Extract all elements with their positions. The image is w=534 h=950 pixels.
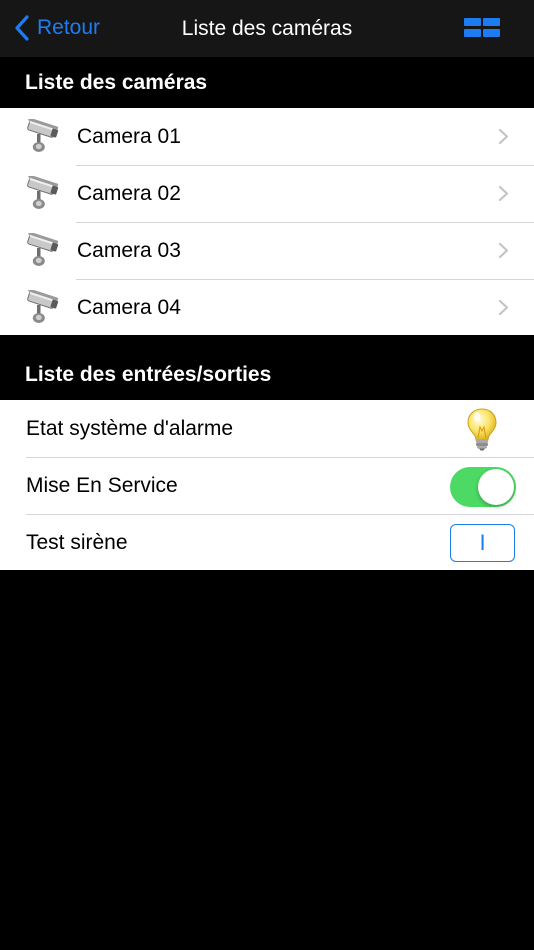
navigation-bar: Retour Liste des caméras bbox=[0, 0, 534, 57]
mise-en-service-toggle[interactable] bbox=[450, 467, 516, 507]
back-button-label: Retour bbox=[37, 16, 101, 39]
camera-row-04[interactable]: Camera 04 bbox=[0, 279, 534, 336]
chevron-right-icon bbox=[498, 299, 509, 316]
security-camera-icon bbox=[27, 233, 59, 266]
mise-en-service-row: Mise En Service bbox=[0, 457, 534, 514]
chevron-right-icon bbox=[498, 128, 509, 145]
cameras-section-header: Liste des caméras bbox=[0, 57, 534, 108]
security-camera-icon bbox=[27, 176, 59, 209]
test-siren-row: Test sirène I bbox=[0, 514, 534, 571]
camera-list: Camera 01 Camera 02 Camera 03 Camera 04 bbox=[0, 108, 534, 335]
security-camera-icon bbox=[27, 119, 59, 152]
camera-label: Camera 01 bbox=[77, 124, 181, 148]
camera-row-01[interactable]: Camera 01 bbox=[0, 108, 534, 165]
alarm-state-label: Etat système d'alarme bbox=[26, 416, 234, 440]
grid-view-icon[interactable] bbox=[464, 18, 500, 38]
io-section-header: Liste des entrées/sorties bbox=[0, 335, 534, 400]
camera-label: Camera 03 bbox=[77, 238, 181, 262]
alarm-state-row: Etat système d'alarme bbox=[0, 400, 534, 457]
security-camera-icon bbox=[27, 290, 59, 323]
io-list: Etat système d'alarme Mise En Service Te… bbox=[0, 400, 534, 570]
mise-en-service-label: Mise En Service bbox=[26, 473, 178, 497]
chevron-right-icon bbox=[498, 242, 509, 259]
camera-label: Camera 04 bbox=[77, 295, 181, 319]
chevron-left-icon bbox=[15, 15, 29, 41]
test-siren-label: Test sirène bbox=[26, 530, 128, 554]
camera-row-03[interactable]: Camera 03 bbox=[0, 222, 534, 279]
toggle-knob bbox=[478, 469, 514, 505]
lightbulb-icon bbox=[467, 408, 497, 451]
test-siren-button[interactable]: I bbox=[450, 524, 515, 562]
back-button[interactable]: Retour bbox=[14, 12, 100, 44]
camera-label: Camera 02 bbox=[77, 181, 181, 205]
chevron-right-icon bbox=[498, 185, 509, 202]
camera-row-02[interactable]: Camera 02 bbox=[0, 165, 534, 222]
